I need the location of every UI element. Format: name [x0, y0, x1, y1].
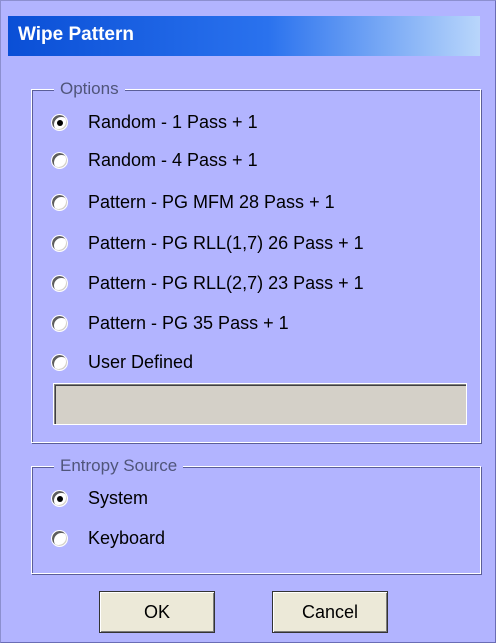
entropy-source-legend: Entropy Source — [54, 456, 184, 476]
option-label: Pattern - PG RLL(2,7) 23 Pass + 1 — [88, 272, 364, 293]
radio-button-icon[interactable] — [51, 489, 68, 507]
radio-button-icon[interactable] — [51, 234, 68, 252]
entropy-keyboard[interactable]: Keyboard — [51, 524, 165, 552]
option-label: Random - 1 Pass + 1 — [88, 111, 258, 132]
radio-button-icon[interactable] — [51, 113, 68, 131]
user-defined-input[interactable] — [53, 383, 467, 425]
option-label: User Defined — [88, 351, 194, 372]
options-legend: Options — [54, 79, 125, 99]
radio-button-icon[interactable] — [51, 353, 68, 371]
radio-button-icon[interactable] — [51, 314, 68, 332]
title-bar: Wipe Pattern — [8, 16, 480, 56]
option-pg-rll27-23-pass[interactable]: Pattern - PG RLL(2,7) 23 Pass + 1 — [51, 269, 364, 297]
entropy-label: Keyboard — [88, 527, 166, 548]
entropy-source-groupbox: Entropy Source — [31, 456, 481, 574]
dialog-title: Wipe Pattern — [18, 24, 134, 45]
option-random-1-pass[interactable]: Random - 1 Pass + 1 — [51, 108, 258, 136]
wipe-pattern-dialog: Wipe Pattern Options Random - 1 Pass + 1… — [0, 0, 496, 643]
option-pg-35-pass[interactable]: Pattern - PG 35 Pass + 1 — [51, 309, 289, 337]
entropy-system[interactable]: System — [51, 484, 148, 512]
option-pg-mfm-28-pass[interactable]: Pattern - PG MFM 28 Pass + 1 — [51, 188, 335, 216]
option-random-4-pass[interactable]: Random - 4 Pass + 1 — [51, 146, 258, 174]
entropy-label: System — [88, 487, 149, 508]
option-user-defined[interactable]: User Defined — [51, 348, 193, 376]
option-label: Pattern - PG MFM 28 Pass + 1 — [88, 191, 335, 212]
option-label: Random - 4 Pass + 1 — [88, 149, 258, 170]
option-label: Pattern - PG RLL(1,7) 26 Pass + 1 — [88, 232, 364, 253]
radio-button-icon[interactable] — [51, 274, 68, 292]
radio-button-icon[interactable] — [51, 193, 68, 211]
option-pg-rll17-26-pass[interactable]: Pattern - PG RLL(1,7) 26 Pass + 1 — [51, 229, 364, 257]
ok-button[interactable]: OK — [99, 591, 215, 633]
cancel-button[interactable]: Cancel — [272, 591, 388, 633]
radio-button-icon[interactable] — [51, 529, 68, 547]
option-label: Pattern - PG 35 Pass + 1 — [88, 312, 289, 333]
radio-button-icon[interactable] — [51, 151, 68, 169]
